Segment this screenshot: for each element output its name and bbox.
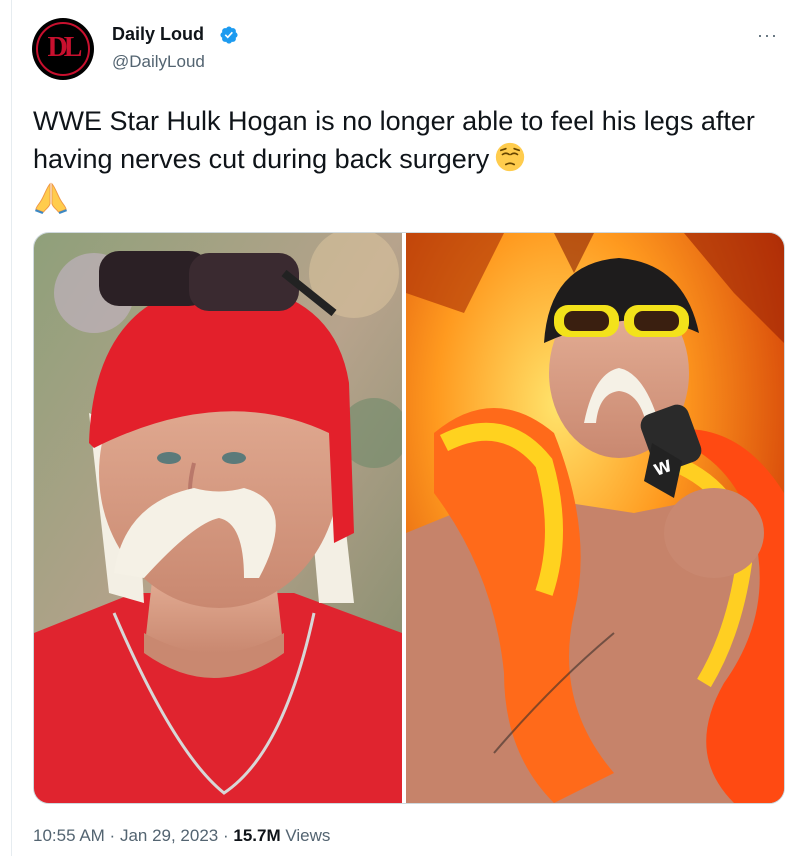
more-options-icon[interactable]: ··· bbox=[757, 26, 778, 44]
image-right[interactable]: W bbox=[406, 233, 784, 803]
avatar-logo: DL bbox=[47, 32, 83, 63]
divider bbox=[11, 0, 12, 856]
separator: · bbox=[104, 826, 120, 845]
tweet-media[interactable]: W bbox=[33, 232, 785, 804]
author-handle[interactable]: @DailyLoud bbox=[112, 52, 205, 72]
image-left[interactable] bbox=[34, 233, 409, 803]
views-count: 15.7M bbox=[233, 826, 281, 845]
media-grid: W bbox=[34, 233, 784, 803]
pensive-face-emoji-icon bbox=[496, 142, 525, 172]
tweet-time[interactable]: 10:55 AM bbox=[33, 826, 105, 845]
avatar[interactable]: DL bbox=[32, 18, 94, 80]
tweet-body: WWE Star Hulk Hogan is no longer able to… bbox=[33, 106, 755, 174]
author-display-name[interactable]: Daily Loud bbox=[112, 24, 204, 45]
tweet-card: DL Daily Loud @DailyLoud ··· WWE Star Hu… bbox=[0, 0, 800, 856]
folded-hands-emoji-icon bbox=[34, 182, 68, 214]
separator: · bbox=[218, 826, 234, 845]
tweet-date[interactable]: Jan 29, 2023 bbox=[120, 826, 218, 845]
tweet-text: WWE Star Hulk Hogan is no longer able to… bbox=[33, 102, 763, 214]
verified-badge-icon bbox=[220, 26, 238, 44]
views-label: Views bbox=[285, 826, 331, 845]
tweet-metadata: 10:55 AM · Jan 29, 2023 · 15.7M Views bbox=[33, 826, 330, 846]
